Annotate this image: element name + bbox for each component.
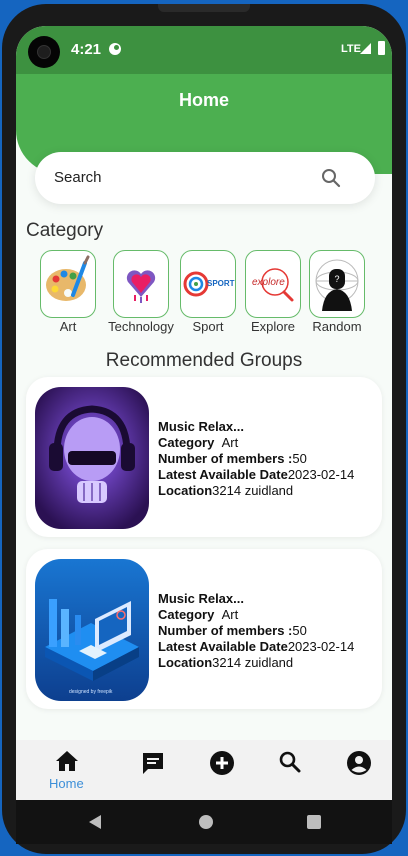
group-info: Music Relax... Category Art Number of me…	[158, 419, 354, 499]
group-category: Art	[221, 435, 239, 450]
nav-search[interactable]	[278, 750, 302, 779]
nav-add[interactable]	[209, 750, 235, 781]
group-date-label: Latest Available Date	[158, 639, 288, 654]
category-label-sport: Sport	[192, 319, 224, 334]
system-navigation-bar	[16, 800, 392, 844]
category-heading: Category	[26, 220, 104, 241]
group-date: 2023-02-14	[287, 467, 355, 482]
search-bar[interactable]: Search	[35, 152, 375, 204]
bottom-navigation: Home	[16, 740, 392, 800]
group-image-dj-skull	[35, 387, 149, 529]
group-name: Music Relax...	[158, 419, 244, 434]
group-members-label: Number of members :	[158, 623, 293, 638]
account-icon	[347, 751, 371, 775]
group-location: 3214 zuidland	[212, 655, 294, 670]
signal-icon	[360, 43, 371, 54]
category-label-explore: Explore	[250, 319, 296, 334]
group-name: Music Relax...	[158, 591, 244, 606]
search-placeholder: Search	[54, 169, 102, 186]
nav-chat[interactable]	[140, 750, 166, 781]
home-icon	[56, 751, 78, 771]
category-art[interactable]	[40, 250, 96, 318]
isometric-laptop-image	[35, 559, 149, 701]
group-category-label: Category	[158, 607, 215, 622]
group-location-label: Location	[158, 655, 213, 670]
group-date-label: Latest Available Date	[158, 467, 288, 482]
category-sport[interactable]: SPORT	[180, 250, 236, 318]
group-location: 3214 zuidland	[212, 483, 294, 498]
group-info: Music Relax... Category Art Number of me…	[158, 591, 354, 671]
phone-speaker	[158, 4, 250, 12]
group-category: Art	[221, 607, 239, 622]
group-card[interactable]: designed by freepik Music Relax... Categ…	[26, 549, 382, 709]
nav-home-label[interactable]: Home	[49, 776, 84, 791]
chat-icon	[143, 753, 163, 774]
search-icon	[279, 751, 301, 773]
category-explore[interactable]: explore	[245, 250, 301, 318]
explore-logo-text: explore	[252, 277, 285, 288]
image-credit: designed by freepik	[69, 689, 113, 695]
group-location-label: Location	[158, 483, 213, 498]
group-members: 50	[292, 623, 307, 638]
group-members-label: Number of members :	[158, 451, 293, 466]
dj-skull-image	[35, 387, 149, 529]
palette-icon	[46, 255, 90, 301]
status-notification-icon	[109, 43, 121, 55]
recommended-heading: Recommended Groups	[105, 350, 303, 371]
svg-text:?: ?	[334, 274, 339, 284]
front-camera	[28, 36, 60, 68]
status-time: 4:21	[71, 41, 102, 58]
tech-heart-icon	[126, 270, 156, 303]
anonymous-mask-icon: ?	[315, 259, 359, 311]
group-date: 2023-02-14	[287, 639, 355, 654]
nav-home[interactable]	[55, 750, 79, 777]
battery-icon	[378, 41, 385, 55]
page-title: Home	[178, 90, 229, 110]
sport-logo-text: SPORT	[207, 279, 235, 288]
search-icon[interactable]	[321, 168, 341, 188]
home-button-icon[interactable]	[198, 814, 214, 830]
group-members: 50	[292, 451, 307, 466]
group-category-label: Category	[158, 435, 215, 450]
category-label-technology: Technology	[108, 319, 174, 334]
category-label-art: Art	[59, 319, 77, 334]
app-screen: 4:21 LTE Home Search Category SPORT expl…	[16, 26, 392, 800]
category-random[interactable]: ?	[309, 250, 365, 318]
network-type: LTE	[341, 43, 361, 55]
recents-icon[interactable]	[306, 814, 322, 830]
group-card[interactable]: Music Relax... Category Art Number of me…	[26, 377, 382, 537]
back-icon[interactable]	[88, 814, 102, 830]
status-bar: 4:21 LTE	[16, 26, 392, 74]
group-image-isometric-laptop: designed by freepik	[35, 559, 149, 701]
add-circle-icon	[210, 751, 234, 775]
nav-account[interactable]	[346, 750, 372, 781]
category-technology[interactable]	[113, 250, 169, 318]
category-label-random: Random	[312, 319, 362, 334]
